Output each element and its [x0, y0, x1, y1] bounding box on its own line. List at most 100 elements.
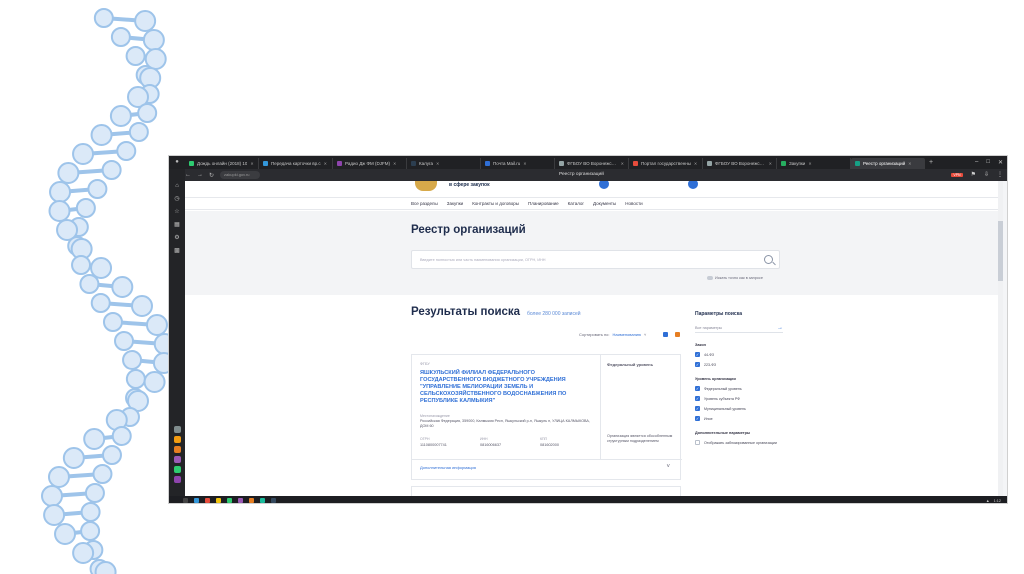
nav-item[interactable]: Контракты и договоры: [472, 201, 519, 206]
result-card[interactable]: ФГБУ ЯШКУЛЬСКИЙ ФИЛИАЛ ФЕДЕРАЛЬНОГО ГОСУ…: [411, 354, 682, 480]
reload-icon[interactable]: ↻: [209, 172, 214, 179]
browser-tab[interactable]: Дождь онлайн (2018) 10 ✕: [185, 157, 259, 169]
nav-item[interactable]: Закупки: [447, 201, 463, 206]
home-icon[interactable]: ⌂: [174, 183, 181, 190]
clock[interactable]: 1:12: [994, 499, 1001, 503]
wifi-icon[interactable]: ▲: [986, 499, 990, 503]
settings-icon[interactable]: ⚙: [174, 235, 181, 242]
close-tab-icon[interactable]: ✕: [393, 161, 396, 166]
app-icon[interactable]: [173, 446, 181, 453]
browser-tab[interactable]: Портал государственны ✕: [629, 157, 703, 169]
close-tab-icon[interactable]: ✕: [324, 161, 327, 166]
close-window-icon[interactable]: ✕: [998, 159, 1003, 166]
favicon-icon: [781, 160, 786, 166]
filter-checkbox-row[interactable]: ✓ Иное: [695, 416, 795, 421]
favicon-icon: [707, 160, 712, 166]
browser-tab[interactable]: Радио Дж ФМ (DJFM) ✕: [333, 157, 407, 169]
browser-tab[interactable]: ФГБОУ ВО Воронежский ✕: [555, 157, 629, 169]
nav-item[interactable]: Каталог: [568, 201, 584, 206]
minimize-icon[interactable]: –: [975, 159, 978, 166]
checkbox[interactable]: ✓: [695, 352, 700, 357]
close-tab-icon[interactable]: ✕: [621, 161, 624, 166]
filter-checkbox-row[interactable]: ✓ 223-ФЗ: [695, 362, 795, 367]
filter-checkbox-row[interactable]: ✓ Муниципальный уровень: [695, 406, 795, 411]
window-controls: – □ ✕: [975, 159, 1007, 166]
app-icon[interactable]: [173, 476, 181, 483]
app-icon[interactable]: [238, 498, 243, 503]
checkbox[interactable]: [695, 440, 700, 445]
history-icon[interactable]: ◷: [174, 196, 181, 203]
close-tab-icon[interactable]: ✕: [808, 161, 811, 166]
result-card[interactable]: [411, 486, 681, 496]
header-indicator-icon[interactable]: [599, 181, 609, 189]
app-icon[interactable]: [249, 498, 254, 503]
browser-tab[interactable]: Закупки ✕: [777, 157, 851, 169]
collections-icon[interactable]: ▦: [174, 222, 181, 229]
close-tab-icon[interactable]: ✕: [523, 161, 526, 166]
scrollbar[interactable]: [998, 181, 1003, 496]
rss-icon[interactable]: [675, 332, 680, 337]
browser-tab[interactable]: Передача карточки вр.с ✕: [259, 157, 333, 169]
app-icon[interactable]: [271, 498, 276, 503]
dna-bead: [72, 143, 95, 165]
close-tab-icon[interactable]: ✕: [908, 161, 911, 166]
nav-item[interactable]: Все разделы: [411, 201, 438, 206]
profile-icon[interactable]: ●: [169, 159, 185, 166]
shield-icon[interactable]: ⚑: [971, 171, 976, 178]
vpn-badge[interactable]: VPN: [951, 172, 963, 177]
browser-tab[interactable]: Реестр организаций ✕: [851, 157, 925, 169]
nav-item[interactable]: Документы: [593, 201, 616, 206]
checkbox[interactable]: ✓: [695, 406, 700, 411]
search-icon[interactable]: [764, 255, 773, 264]
extensions-icon[interactable]: ▩: [174, 248, 181, 255]
nav-item[interactable]: Планирование: [528, 201, 559, 206]
app-icon[interactable]: [194, 498, 199, 503]
close-tab-icon[interactable]: ✕: [250, 161, 253, 166]
chevron-down-icon[interactable]: ˅: [666, 464, 670, 470]
checkbox[interactable]: ✓: [695, 362, 700, 367]
maximize-icon[interactable]: □: [986, 159, 990, 166]
header-indicator-icon[interactable]: [688, 181, 698, 189]
close-tab-icon[interactable]: ✕: [694, 161, 697, 166]
app-icon[interactable]: [205, 498, 210, 503]
export-icon[interactable]: [663, 332, 668, 337]
close-tab-icon[interactable]: ✕: [769, 161, 772, 166]
checkbox[interactable]: ✓: [695, 386, 700, 391]
forward-icon[interactable]: →: [197, 172, 203, 178]
menu-icon[interactable]: ⋮: [997, 171, 1003, 178]
checkbox[interactable]: ✓: [695, 396, 700, 401]
sort-control[interactable]: Сортировать по: Наименованию ˅: [579, 332, 646, 337]
app-icon[interactable]: [173, 466, 181, 473]
more-info-link[interactable]: Дополнительная информация: [420, 465, 476, 470]
browser-tab[interactable]: Калуга ✕: [407, 157, 481, 169]
app-icon[interactable]: [173, 426, 181, 433]
filters-search-input[interactable]: Все параметры →: [695, 323, 783, 333]
app-icon[interactable]: [173, 456, 181, 463]
filter-checkbox-row[interactable]: ✓ Федеральный уровень: [695, 386, 795, 391]
nav-item[interactable]: Новости: [625, 201, 642, 206]
start-icon[interactable]: [183, 498, 188, 503]
app-icon[interactable]: [173, 436, 181, 443]
url-field[interactable]: zakupki.gov.ru: [220, 171, 261, 179]
download-icon[interactable]: ⇩: [984, 171, 989, 178]
favicon-icon: [485, 160, 490, 166]
sort-value[interactable]: Наименованию: [613, 332, 642, 337]
back-icon[interactable]: ←: [185, 172, 191, 178]
bookmark-icon[interactable]: ☆: [174, 209, 181, 216]
app-icon[interactable]: [227, 498, 232, 503]
new-tab-button[interactable]: +: [925, 159, 937, 166]
checkbox[interactable]: ✓: [695, 416, 700, 421]
browser-tab[interactable]: ФГБОУ ВО Воронежский ✕: [703, 157, 777, 169]
filter-checkbox-row[interactable]: ✓ 44-ФЗ: [695, 352, 795, 357]
arrow-right-icon[interactable]: →: [777, 323, 783, 333]
close-tab-icon[interactable]: ✕: [436, 161, 439, 166]
browser-tab[interactable]: Почта Mail.ru ✕: [481, 157, 555, 169]
exact-search-toggle[interactable]: [707, 276, 713, 280]
scrollbar-thumb[interactable]: [998, 221, 1003, 281]
org-name-link[interactable]: ЯШКУЛЬСКИЙ ФИЛИАЛ ФЕДЕРАЛЬНОГО ГОСУДАРСТ…: [420, 370, 595, 405]
app-icon[interactable]: [216, 498, 221, 503]
filter-checkbox-row[interactable]: Отображать заблокированные организации: [695, 440, 795, 445]
filter-checkbox-row[interactable]: ✓ Уровень субъекта РФ: [695, 396, 795, 401]
search-input[interactable]: Введите полностью или часть наименования…: [411, 250, 780, 269]
app-icon[interactable]: [260, 498, 265, 503]
